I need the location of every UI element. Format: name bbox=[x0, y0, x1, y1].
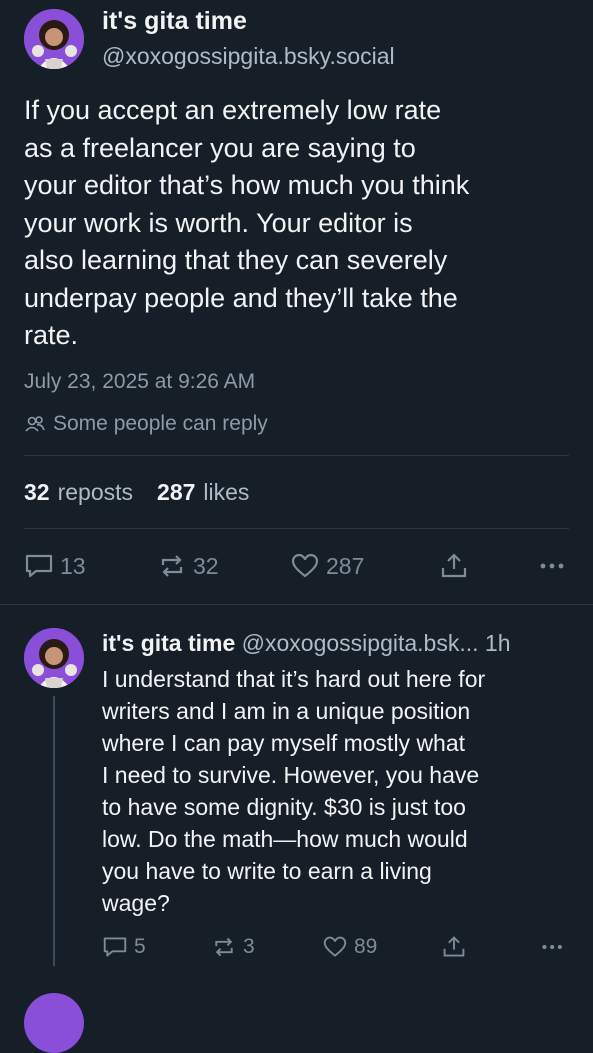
reply-like-button[interactable]: 89 bbox=[322, 935, 377, 959]
ellipsis-icon bbox=[542, 944, 562, 950]
like-count: 287 bbox=[326, 552, 365, 579]
repost-count: 32 bbox=[193, 552, 219, 579]
reply-more-options-button[interactable] bbox=[540, 935, 566, 959]
heart-icon bbox=[291, 553, 319, 578]
likes-label: likes bbox=[203, 479, 250, 505]
reply-header: it's gita time @xoxogossipgita.bsk... 1h bbox=[102, 630, 577, 657]
repost-button[interactable]: 32 bbox=[157, 552, 219, 580]
reply-text: I understand that it’s hard out here for… bbox=[102, 666, 486, 916]
author-avatar[interactable] bbox=[24, 9, 84, 69]
post-date[interactable]: July 23, 2025 at 9:26 AM bbox=[24, 370, 255, 394]
heart-icon bbox=[323, 936, 347, 957]
people-icon bbox=[24, 413, 46, 435]
likes-count: 287 bbox=[157, 479, 196, 505]
reply-setting-label: Some people can reply bbox=[53, 412, 268, 435]
avatar-illustration-icon bbox=[24, 628, 84, 688]
share-upload-icon bbox=[441, 553, 467, 578]
avatar-illustration-icon bbox=[24, 9, 84, 69]
speech-bubble-icon bbox=[103, 937, 127, 957]
reply-reply-count: 5 bbox=[134, 935, 146, 958]
section-divider bbox=[0, 604, 593, 605]
share-button[interactable] bbox=[439, 552, 469, 580]
reply-author-avatar[interactable] bbox=[24, 628, 84, 688]
reply-timestamp[interactable]: 1h bbox=[485, 630, 511, 656]
like-button[interactable]: 287 bbox=[290, 552, 364, 580]
reply-count: 13 bbox=[60, 552, 86, 579]
reply-repost-button[interactable]: 3 bbox=[211, 935, 255, 959]
author-handle[interactable]: @xoxogossipgita.bsky.social bbox=[102, 43, 395, 70]
reply-like-count: 89 bbox=[354, 935, 378, 958]
ellipsis-icon bbox=[540, 563, 564, 569]
next-post-avatar[interactable] bbox=[24, 993, 84, 1053]
thread-line bbox=[53, 696, 55, 966]
engagement-stats: 32 reposts 287 likes bbox=[24, 479, 273, 506]
likes-stat[interactable]: 287 likes bbox=[157, 479, 249, 506]
share-upload-icon bbox=[443, 936, 465, 957]
reply-reply-button[interactable]: 5 bbox=[102, 935, 146, 959]
reply-setting[interactable]: Some people can reply bbox=[24, 412, 268, 436]
reply-author-handle[interactable]: @xoxogossipgita.bsk... bbox=[242, 630, 479, 656]
reply-button[interactable]: 13 bbox=[24, 552, 86, 580]
reposts-label: reposts bbox=[57, 479, 134, 505]
author-name[interactable]: it's gita time bbox=[102, 7, 247, 36]
divider bbox=[24, 528, 569, 529]
reply-repost-count: 3 bbox=[243, 935, 255, 958]
divider bbox=[24, 455, 569, 456]
main-post: it's gita time @xoxogossipgita.bsky.soci… bbox=[0, 0, 593, 604]
repost-arrows-icon bbox=[215, 937, 233, 957]
reposts-stat[interactable]: 32 reposts bbox=[24, 479, 133, 506]
speech-bubble-icon bbox=[25, 554, 53, 578]
repost-arrows-icon bbox=[161, 555, 183, 577]
more-options-button[interactable] bbox=[538, 552, 568, 580]
reposts-count: 32 bbox=[24, 479, 50, 505]
post-text: If you accept an extremely low rate as a… bbox=[24, 95, 470, 350]
reply-author-name[interactable]: it's gita time bbox=[102, 630, 235, 656]
reply-share-button[interactable] bbox=[441, 935, 467, 959]
